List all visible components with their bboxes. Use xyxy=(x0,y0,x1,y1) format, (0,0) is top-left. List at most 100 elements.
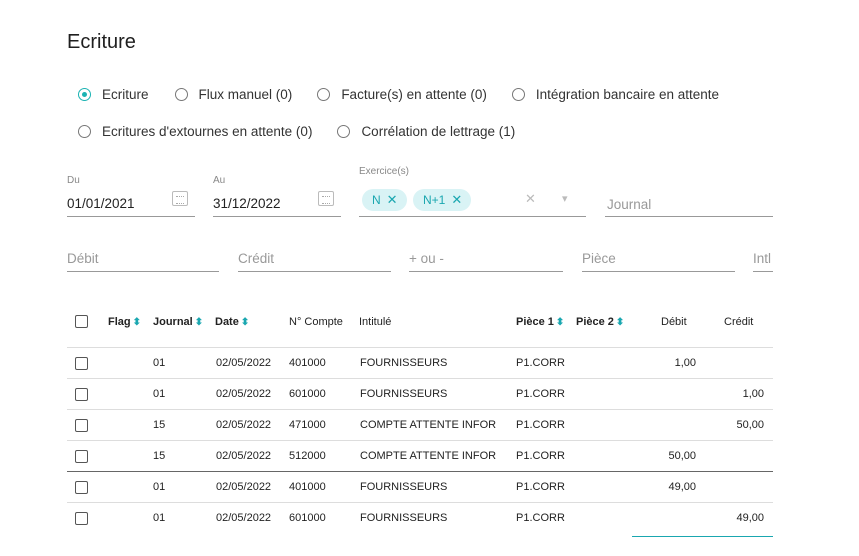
radio-ecriture[interactable]: Ecriture xyxy=(78,87,149,102)
clear-icon[interactable]: ✕ xyxy=(525,191,536,207)
row-checkbox[interactable] xyxy=(75,512,88,525)
cell-debit: 1,00 xyxy=(674,357,696,369)
col-intitule: Intitulé xyxy=(359,316,392,328)
plus-minus-placeholder: + ou - xyxy=(409,251,444,266)
field-underline xyxy=(753,271,773,272)
cell-journal: 01 xyxy=(153,512,166,524)
plus-minus-input[interactable]: + ou - xyxy=(409,245,563,272)
cell-date: 02/05/2022 xyxy=(216,388,272,400)
radio-icon xyxy=(317,88,331,101)
piece-placeholder: Pièce xyxy=(582,251,616,266)
row-checkbox[interactable] xyxy=(75,388,88,401)
sort-icon[interactable]: ⬍ xyxy=(241,317,249,328)
cell-piece1: P1.CORR xyxy=(516,357,565,369)
cell-date: 02/05/2022 xyxy=(216,512,272,524)
date-from-field[interactable]: Du 01/01/2021 xyxy=(67,175,195,217)
date-to-field[interactable]: Au 31/12/2022 xyxy=(213,175,341,217)
chip-label: N+1 xyxy=(423,193,446,207)
radio-flux-manuel[interactable]: Flux manuel (0) xyxy=(174,87,293,102)
page-title: Ecriture xyxy=(67,31,136,53)
calendar-icon[interactable] xyxy=(318,191,334,206)
chip-remove-icon[interactable]: ✕ xyxy=(451,192,462,208)
row-checkbox[interactable] xyxy=(75,357,88,370)
cell-date: 02/05/2022 xyxy=(216,481,272,493)
cell-compte: 601000 xyxy=(289,512,326,524)
cell-compte: 601000 xyxy=(289,388,326,400)
col-compte: N° Compte xyxy=(289,316,343,328)
table-row[interactable]: 01 02/05/2022 601000 FOURNISSEURS P1.CORR 49,… xyxy=(67,502,773,534)
cell-journal: 01 xyxy=(153,388,166,400)
table-row[interactable]: 15 02/05/2022 471000 COMPTE ATTENTE INFOR P1… xyxy=(67,409,773,441)
col-piece2[interactable]: Pièce 2 ⬍ xyxy=(576,316,624,328)
date-to-value[interactable]: 31/12/2022 xyxy=(213,196,281,211)
date-from-label: Du xyxy=(67,175,80,186)
radio-selected-icon xyxy=(78,88,91,101)
sort-icon[interactable]: ⬍ xyxy=(133,317,141,328)
table-row[interactable]: 01 02/05/2022 401000 FOURNISSEURS P1.CORR 49,… xyxy=(67,471,773,503)
col-date[interactable]: Date ⬍ xyxy=(215,316,249,328)
cell-piece1: P1.CORR xyxy=(516,388,565,400)
chip-label: N xyxy=(372,193,381,207)
credit-input[interactable]: Crédit xyxy=(238,245,391,272)
col-journal[interactable]: Journal ⬍ xyxy=(153,316,203,328)
radio-correlation-lettrage[interactable]: Corrélation de lettrage (1) xyxy=(337,124,515,139)
field-underline xyxy=(67,216,195,217)
debit-input[interactable]: Débit xyxy=(67,245,219,272)
chevron-down-icon[interactable]: ▾ xyxy=(562,192,568,205)
radio-label: Ecriture xyxy=(102,87,149,102)
journal-input[interactable]: Journal xyxy=(605,190,773,217)
table-row[interactable]: 01 02/05/2022 401000 FOURNISSEURS P1.CORR 1,0… xyxy=(67,347,773,379)
chip-n: N ✕ xyxy=(362,189,407,211)
view-mode-radio-group-2: Ecritures d'extournes en attente (0) Cor… xyxy=(78,124,515,139)
radio-label: Flux manuel (0) xyxy=(198,87,293,102)
cell-journal: 01 xyxy=(153,357,166,369)
col-flag[interactable]: Flag ⬍ xyxy=(108,316,141,328)
cell-debit: 50,00 xyxy=(668,450,696,462)
cell-intitule: FOURNISSEURS xyxy=(360,481,448,493)
sort-icon[interactable]: ⬍ xyxy=(616,317,624,328)
row-checkbox[interactable] xyxy=(75,450,88,463)
col-piece1[interactable]: Pièce 1 ⬍ xyxy=(516,316,564,328)
field-underline xyxy=(213,216,341,217)
sort-icon[interactable]: ⬍ xyxy=(556,317,564,328)
cell-intitule: FOURNISSEURS xyxy=(360,512,448,524)
field-underline xyxy=(409,271,563,272)
date-from-value[interactable]: 01/01/2021 xyxy=(67,196,135,211)
radio-label: Corrélation de lettrage (1) xyxy=(361,124,516,139)
row-checkbox[interactable] xyxy=(75,481,88,494)
cell-journal: 01 xyxy=(153,481,166,493)
select-all-checkbox[interactable] xyxy=(75,315,88,328)
piece-input[interactable]: Pièce xyxy=(582,245,735,272)
chip-n-plus-1: N+1 ✕ xyxy=(413,189,471,211)
credit-placeholder: Crédit xyxy=(238,251,275,266)
cell-date: 02/05/2022 xyxy=(216,357,272,369)
intitule-input[interactable]: Intl xyxy=(753,245,773,272)
sort-icon[interactable]: ⬍ xyxy=(195,317,203,328)
cell-date: 02/05/2022 xyxy=(216,450,272,462)
table-row[interactable]: 15 02/05/2022 512000 COMPTE ATTENTE INFOR P1… xyxy=(67,440,773,472)
cell-credit: 49,00 xyxy=(736,512,764,524)
cell-compte: 401000 xyxy=(289,481,326,493)
col-credit: Crédit xyxy=(724,316,754,328)
radio-label: Ecritures d'extournes en attente (0) xyxy=(102,124,313,139)
radio-factures-en-attente[interactable]: Facture(s) en attente (0) xyxy=(317,87,487,102)
cell-intitule: FOURNISSEURS xyxy=(360,388,448,400)
cell-compte: 512000 xyxy=(289,450,326,462)
field-underline xyxy=(359,216,586,217)
radio-integration-bancaire[interactable]: Intégration bancaire en attente xyxy=(511,87,719,102)
col-debit: Débit xyxy=(661,316,687,328)
field-underline xyxy=(605,216,773,217)
chip-remove-icon[interactable]: ✕ xyxy=(387,192,398,208)
cell-piece1: P1.CORR xyxy=(516,450,565,462)
radio-ecritures-extournes[interactable]: Ecritures d'extournes en attente (0) xyxy=(78,124,312,139)
row-checkbox[interactable] xyxy=(75,419,88,432)
cell-credit: 1,00 xyxy=(742,388,764,400)
radio-icon xyxy=(174,88,188,101)
cell-intitule: COMPTE ATTENTE INFOR xyxy=(360,450,497,462)
field-underline xyxy=(582,271,735,272)
cell-date: 02/05/2022 xyxy=(216,419,272,431)
radio-icon xyxy=(78,125,91,138)
radio-icon xyxy=(337,125,351,138)
table-row[interactable]: 01 02/05/2022 601000 FOURNISSEURS P1.CORR 1,0… xyxy=(67,378,773,410)
calendar-icon[interactable] xyxy=(172,191,188,206)
